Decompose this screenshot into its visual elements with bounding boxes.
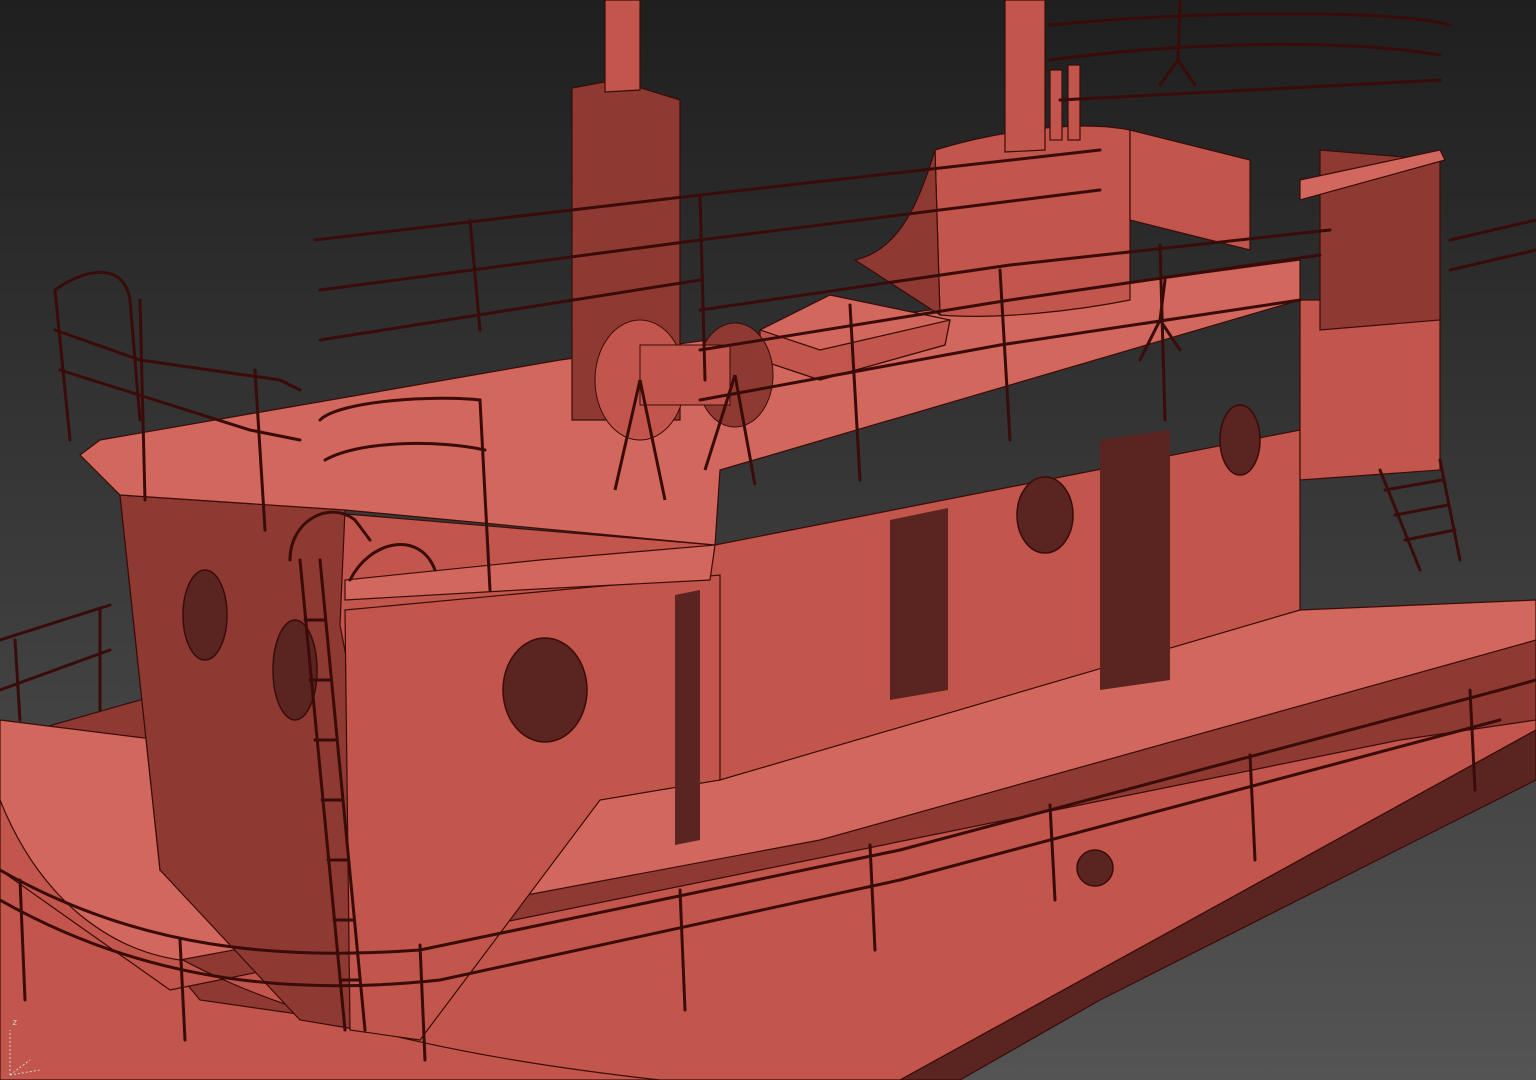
axis-z-label: z	[12, 1018, 17, 1028]
ship-model-render[interactable]: z	[0, 0, 1536, 1080]
3d-viewport[interactable]: z	[0, 0, 1536, 1080]
